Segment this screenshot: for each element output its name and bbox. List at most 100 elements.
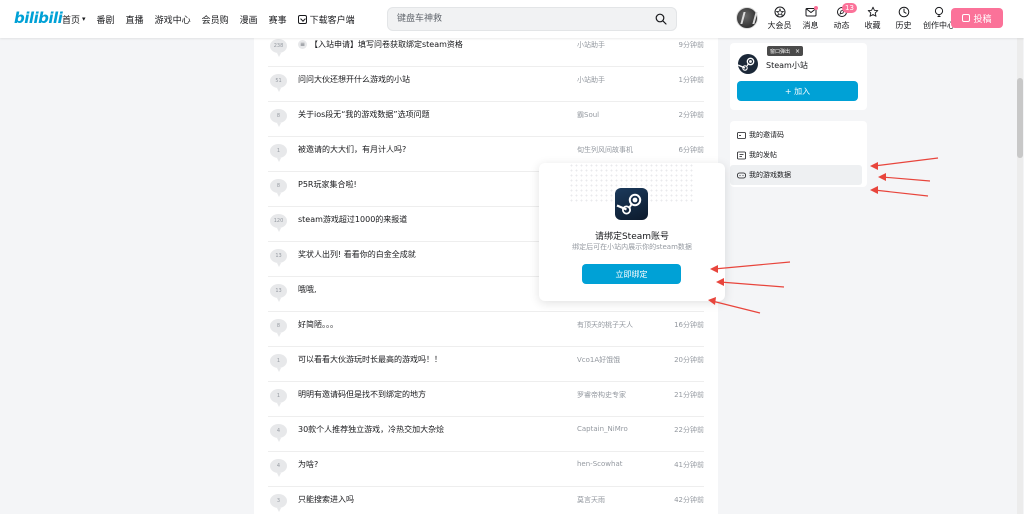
join-button[interactable]: + 加入 <box>737 81 858 101</box>
thread-row[interactable]: 3 只能搜索进入吗 莫言天雨 42分钟前 <box>268 487 704 514</box>
thread-author[interactable]: 霸Soul <box>577 110 599 120</box>
unread-dot <box>814 6 818 10</box>
thread-time: 6分钟前 <box>678 146 704 154</box>
thread-title[interactable]: steam游戏超过1000的来报道 <box>298 214 407 225</box>
post-icon <box>737 151 746 159</box>
thread-row[interactable]: 8 好简陋。。。 有顶天的桃子天人 16分钟前 <box>268 312 704 347</box>
arrow-line <box>719 281 785 288</box>
nav-messages[interactable]: 消息 <box>795 0 826 38</box>
thread-title[interactable]: 被邀请的大大们，有月计人吗? <box>298 144 406 155</box>
search-input[interactable] <box>397 12 647 26</box>
arrow-line <box>873 157 939 167</box>
search-box <box>387 7 677 31</box>
thread-row[interactable]: 4 30款个人推荐独立游戏，冷热交加大杂烩 Captain_NiMro 22分钟… <box>268 417 704 452</box>
thread-title[interactable]: 只能搜索进入吗 <box>298 494 354 505</box>
thread-row[interactable]: 4 为啥? hen-Scowhat 41分钟前 <box>268 452 704 487</box>
invite-icon <box>737 131 746 139</box>
thread-time: 2分钟前 <box>678 111 704 119</box>
thread-title[interactable]: 【入站申请】填写问卷获取绑定steam资格 <box>310 40 463 49</box>
thread-author[interactable]: hen-Scowhat <box>577 460 622 468</box>
vip-icon <box>774 6 785 18</box>
thread-title[interactable]: 30款个人推荐独立游戏，冷热交加大杂烩 <box>298 424 444 435</box>
pin-icon: ≡ <box>298 40 307 49</box>
thread-author[interactable]: 旬生列风间故事机 <box>577 145 633 155</box>
user-avatar[interactable] <box>736 7 758 29</box>
nav-anime[interactable]: 番剧 <box>97 13 115 26</box>
thread-author[interactable]: Captain_NiMro <box>577 425 628 433</box>
clock-icon <box>898 6 909 18</box>
reply-count-bubble: 120 <box>270 214 287 232</box>
reply-count-bubble: 4 <box>270 424 287 442</box>
thread-time: 22分钟前 <box>674 426 704 434</box>
nav-game-center[interactable]: 游戏中心 <box>155 13 191 26</box>
dynamics-badge: 13 <box>842 3 857 13</box>
bilibili-logo[interactable]: bilibili <box>14 9 63 27</box>
arrow-line <box>881 176 931 182</box>
thread-title[interactable]: 可以看看大伙游玩时长最高的游戏吗！！ <box>298 354 442 365</box>
sidebar-menu: 我的邀请码 我的发帖 我的游戏数据 <box>730 121 867 187</box>
nav-shop[interactable]: 会员购 <box>202 13 229 26</box>
thread-time: 9分钟前 <box>678 41 704 49</box>
scrollbar-thumb[interactable] <box>1017 78 1023 158</box>
modal-subtitle: 绑定后可在小站内展示你的steam数据 <box>572 243 692 251</box>
lightbulb-icon <box>934 6 944 17</box>
upload-icon <box>962 14 971 22</box>
reply-count-bubble: 3 <box>270 494 287 512</box>
thread-title[interactable]: P5R玩家集合啦! <box>298 179 357 190</box>
thread-title[interactable]: 好简陋。。。 <box>298 319 338 330</box>
thread-time: 21分钟前 <box>674 391 704 399</box>
nav-vip[interactable]: 大会员 <box>764 0 795 38</box>
page-scrollbar[interactable] <box>1017 38 1023 514</box>
reply-count-bubble: 8 <box>270 179 287 197</box>
nav-manga[interactable]: 漫画 <box>240 13 258 26</box>
nav-live[interactable]: 直播 <box>126 13 144 26</box>
thread-row[interactable]: 1 可以看看大伙游玩时长最高的游戏吗！！ Vco1A好饿饿 20分钟前 <box>268 347 704 382</box>
nav-history[interactable]: 历史 <box>888 0 919 38</box>
bind-now-button[interactable]: 立即绑定 <box>582 264 681 284</box>
reply-count-bubble: 1 <box>270 354 287 372</box>
arrow-line <box>711 300 761 314</box>
top-bar: bilibili 首页 ▾ 番剧 直播 游戏中心 会员购 漫画 赛事 下载客户端 … <box>0 0 1024 38</box>
thread-title[interactable]: 哦哦, <box>298 284 317 295</box>
nav-favorites[interactable]: 收藏 <box>857 0 888 38</box>
search-icon[interactable] <box>655 13 667 25</box>
reply-count-bubble: 13 <box>270 249 287 267</box>
nav-home[interactable]: 首页 ▾ <box>62 13 86 26</box>
thread-row[interactable]: 51 问问大伙还想开什么游戏的小站 小站助手 1分钟前 <box>268 67 704 102</box>
nav-esports[interactable]: 赛事 <box>269 13 287 26</box>
upload-button[interactable]: 投稿 <box>951 8 1003 28</box>
thread-row[interactable]: 1 明明有邀请码但是找不到绑定的地方 罗睿帝构史专家 21分钟前 <box>268 382 704 417</box>
nav-dynamics[interactable]: 13 动态 <box>826 0 857 38</box>
reply-count-bubble: 8 <box>270 109 287 127</box>
thread-author[interactable]: 有顶天的桃子天人 <box>577 320 633 330</box>
gamepad-icon <box>737 172 746 178</box>
thread-author[interactable]: 罗睿帝构史专家 <box>577 390 626 400</box>
chevron-down-icon: ▾ <box>82 15 86 23</box>
reply-count-bubble: 1 <box>270 144 287 162</box>
sidebar-item-my-posts[interactable]: 我的发帖 <box>730 145 862 165</box>
reply-count-bubble: 238 <box>270 39 287 57</box>
site-name[interactable]: Steam小站 <box>766 60 808 71</box>
thread-author[interactable]: Vco1A好饿饿 <box>577 355 620 365</box>
thread-title[interactable]: 为啥? <box>298 459 318 470</box>
thread-author[interactable]: 莫言天雨 <box>577 495 605 505</box>
sidebar-item-game-data[interactable]: 我的游戏数据 <box>730 165 862 185</box>
thread-time: 41分钟前 <box>674 461 704 469</box>
nav-download-client[interactable]: 下载客户端 <box>297 13 355 26</box>
arrow-line <box>873 189 929 197</box>
thread-title[interactable]: 明明有邀请码但是找不到绑定的地方 <box>298 389 426 400</box>
thread-row[interactable]: 8 关于ios段无“我的游戏数据”选项问题 霸Soul 2分钟前 <box>268 102 704 137</box>
reply-count-bubble: 51 <box>270 74 287 92</box>
popup-tooltip: 窗口弹出 × <box>767 46 804 56</box>
thread-title[interactable]: 问问大伙还想开什么游戏的小站 <box>298 74 410 85</box>
steam-logo-icon <box>615 188 648 220</box>
download-icon <box>297 14 307 24</box>
thread-title[interactable]: 关于ios段无“我的游戏数据”选项问题 <box>298 109 430 120</box>
sidebar-item-invite-code[interactable]: 我的邀请码 <box>730 125 862 145</box>
thread-time: 20分钟前 <box>674 356 704 364</box>
thread-title[interactable]: 奖状人出列! 看看你的白金全成就 <box>298 249 416 260</box>
thread-author[interactable]: 小站助手 <box>577 40 605 50</box>
thread-author[interactable]: 小站助手 <box>577 75 605 85</box>
tooltip-close-icon[interactable]: × <box>795 48 800 55</box>
arrowhead <box>878 173 886 181</box>
